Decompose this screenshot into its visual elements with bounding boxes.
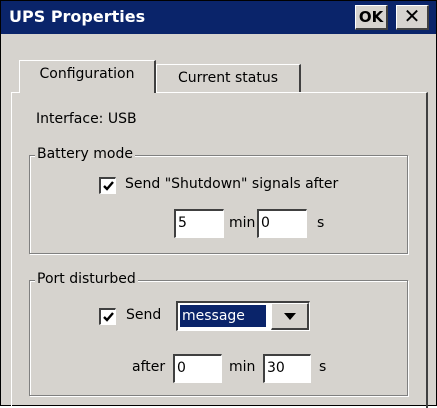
battery-min-label: min xyxy=(229,215,256,231)
close-icon: ✕ xyxy=(403,4,421,28)
battery-sec-label: s xyxy=(317,215,325,231)
title-bar: UPS Properties OK ✕ xyxy=(1,1,436,34)
battery-mode-group: Battery mode xyxy=(29,146,408,254)
shutdown-signal-checkbox[interactable] xyxy=(99,177,116,194)
checkmark-icon xyxy=(103,181,114,191)
dropdown-button[interactable] xyxy=(271,303,309,330)
port-sec-label: s xyxy=(319,359,327,375)
interface-label: Interface: USB xyxy=(36,111,137,127)
port-disturbed-title: Port disturbed xyxy=(35,271,138,287)
battery-sec-input[interactable]: 0 xyxy=(257,209,307,238)
battery-mode-title: Battery mode xyxy=(35,146,135,162)
port-min-label: min xyxy=(229,359,256,375)
tab-current-status[interactable]: Current status xyxy=(156,64,301,93)
tab-configuration[interactable]: Configuration xyxy=(19,60,156,93)
port-action-dropdown[interactable]: message xyxy=(176,301,310,331)
chevron-down-icon xyxy=(284,313,296,320)
battery-min-input[interactable]: 5 xyxy=(174,209,224,238)
port-after-label: after xyxy=(132,359,166,375)
checkmark-icon xyxy=(103,312,114,322)
shutdown-signal-label: Send "Shutdown" signals after xyxy=(125,176,339,192)
port-action-selected: message xyxy=(180,305,266,327)
window-title: UPS Properties xyxy=(9,7,146,26)
port-send-checkbox[interactable] xyxy=(99,308,116,325)
port-sec-input[interactable]: 30 xyxy=(263,354,311,383)
port-send-label: Send xyxy=(126,307,162,323)
close-button[interactable]: ✕ xyxy=(396,5,429,30)
ok-button[interactable]: OK xyxy=(355,5,388,30)
ups-properties-dialog: UPS Properties OK ✕ Configuration Curren… xyxy=(0,0,437,408)
port-min-input[interactable]: 0 xyxy=(173,354,222,383)
